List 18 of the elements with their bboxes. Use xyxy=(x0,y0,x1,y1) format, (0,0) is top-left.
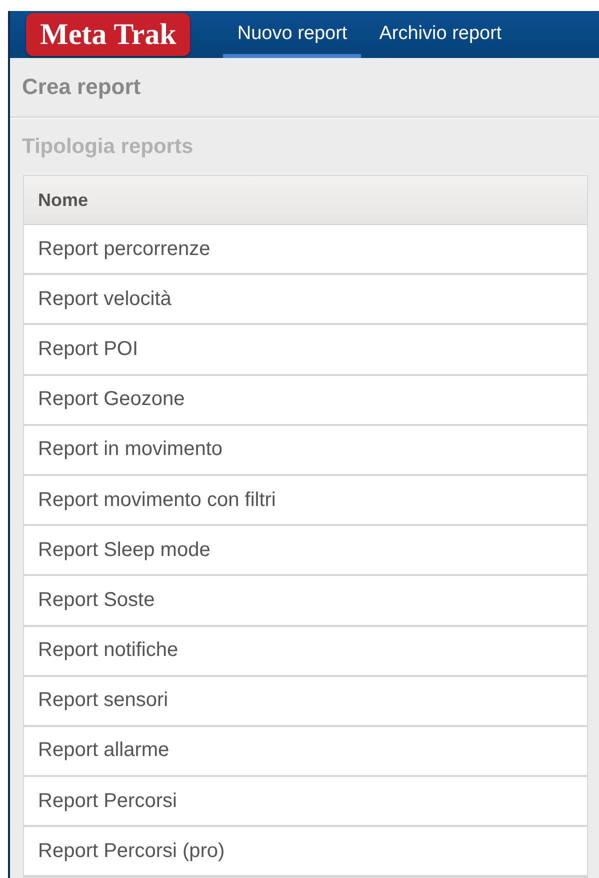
report-type-row[interactable]: Report percorrenze xyxy=(24,225,587,276)
nav-tab[interactable]: Archivio report xyxy=(365,11,516,58)
report-type-row[interactable]: Report Soste xyxy=(24,576,587,626)
report-type-row[interactable]: Report movimento con filtri xyxy=(24,476,587,526)
report-type-row[interactable]: Report sensori xyxy=(24,676,587,727)
report-type-row[interactable]: Report allarme xyxy=(24,726,587,778)
report-type-row[interactable]: Report POI xyxy=(24,325,587,376)
panel-title: Crea report xyxy=(10,58,599,118)
report-type-row[interactable]: Report Geozone xyxy=(24,376,587,426)
report-type-row[interactable]: Report Sleep mode xyxy=(24,526,587,576)
report-type-row[interactable]: Report velocità xyxy=(24,275,587,326)
nav-tab[interactable]: Nuovo report xyxy=(223,11,362,58)
report-type-row[interactable]: Report in movimento xyxy=(24,426,587,476)
report-type-row[interactable]: Report Percorsi xyxy=(24,777,587,828)
report-type-row[interactable]: Report Percorsi (pro) xyxy=(24,827,587,878)
app-logo: Meta Trak xyxy=(26,13,190,56)
report-type-row[interactable]: Report notifiche xyxy=(24,626,587,677)
column-header: Nome xyxy=(24,176,587,225)
